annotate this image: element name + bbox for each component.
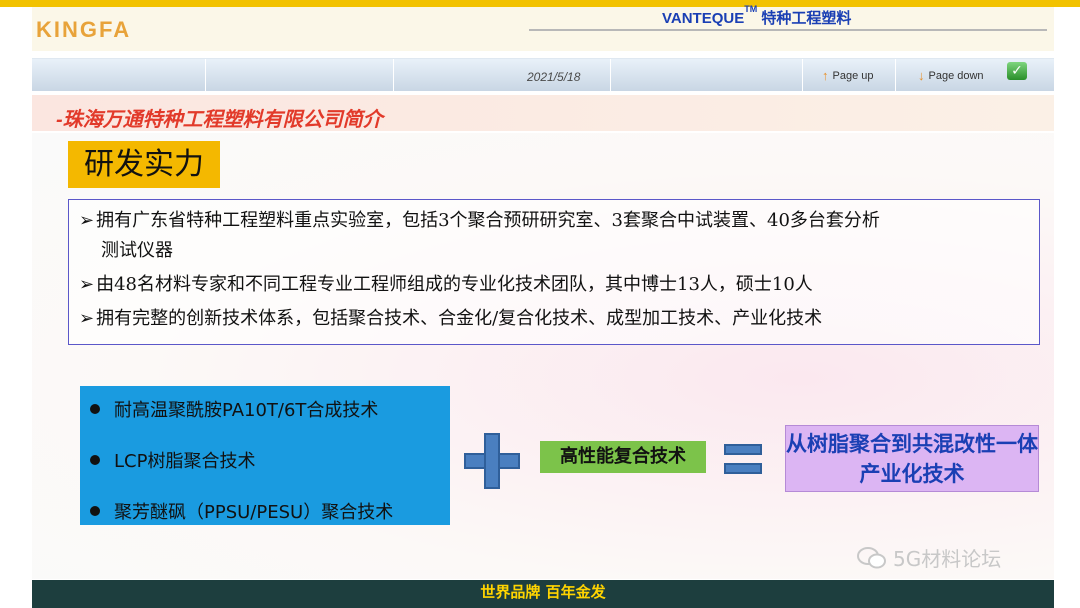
nav-divider (205, 59, 206, 92)
slide-footer: 世界品牌 百年金发 (32, 580, 1054, 608)
tech-list-item: LCP树脂聚合技术 (90, 447, 255, 473)
tech-list-text: 耐高温聚酰胺PA10T/6T合成技术 (114, 400, 379, 421)
wechat-icon (857, 546, 886, 568)
nav-divider (610, 59, 611, 92)
nav-divider (802, 59, 803, 92)
arrow-down-icon: ↓ (918, 68, 925, 83)
nav-divider (393, 59, 394, 92)
bullet-item: ➢ 拥有完整的创新技术体系，包括聚合技术、合金化/复合化技术、成型加工技术、产业化… (79, 304, 1029, 334)
watermark-text: 5G材料论坛 (893, 547, 1002, 571)
slide-date: 2021/5/18 (527, 70, 581, 84)
bullet-arrow-icon: ➢ (79, 210, 95, 231)
watermark: 5G材料论坛 (857, 543, 1001, 572)
slide-header: KINGFA VANTEQUETM 特种工程塑料 (32, 4, 1054, 51)
integrated-tech-result: 从树脂聚合到共混改性一体产业化技术 (785, 425, 1039, 492)
bullet-dot-icon (90, 506, 100, 516)
section-heading: 研发实力 (68, 141, 220, 188)
bullet-text: 拥有广东省特种工程塑料重点实验室，包括3个聚合预研研究室、3套聚合中试装置、40… (96, 210, 880, 231)
tech-list-text: 聚芳醚砜（PPSU/PESU）聚合技术 (114, 502, 394, 523)
bullet-item: ➢ 由48名材料专家和不同工程专业工程师组成的专业化技术团队，其中博士13人，硕士… (79, 270, 1029, 300)
capability-bullet-box: ➢ 拥有广东省特种工程塑料重点实验室，包括3个聚合预研研究室、3套聚合中试装置、4… (68, 199, 1040, 345)
top-accent-bar (0, 0, 1080, 7)
title-underline (529, 29, 1047, 31)
bullet-text: 由48名材料专家和不同工程专业工程师组成的专业化技术团队，其中博士13人，硕士1… (96, 274, 813, 295)
tech-list-item: 耐高温聚酰胺PA10T/6T合成技术 (90, 396, 378, 422)
bullet-text: 拥有完整的创新技术体系，包括聚合技术、合金化/复合化技术、成型加工技术、产业化技… (96, 308, 823, 329)
slide-title: VANTEQUETM 特种工程塑料 (662, 4, 852, 28)
subtitle-band: -珠海万通特种工程塑料有限公司简介 (32, 95, 1054, 131)
page-up-label: Page up (832, 69, 874, 82)
polymerization-tech-box: 耐高温聚酰胺PA10T/6T合成技术 LCP树脂聚合技术 聚芳醚砜（PPSU/P… (80, 386, 450, 525)
plus-icon (464, 433, 520, 489)
equals-icon (724, 442, 762, 476)
bullet-dot-icon (90, 404, 100, 414)
arrow-up-icon: ↑ (822, 68, 829, 83)
bullet-arrow-icon: ➢ (79, 274, 95, 295)
composite-tech-label: 高性能复合技术 (540, 441, 706, 473)
title-brand: VANTEQUE (662, 10, 745, 27)
nav-divider (895, 59, 896, 92)
bullet-dot-icon (90, 455, 100, 465)
page-down-label: Page down (928, 69, 984, 82)
bullet-item: ➢ 拥有广东省特种工程塑料重点实验室，包括3个聚合预研研究室、3套聚合中试装置、4… (79, 206, 1029, 266)
slide-content: 研发实力 ➢ 拥有广东省特种工程塑料重点实验室，包括3个聚合预研研究室、3套聚合中… (32, 133, 1054, 579)
navigation-bar: 2021/5/18 ↑ Page up ↓ Page down ✓ (32, 58, 1054, 92)
bullet-text-continued: 测试仪器 (101, 240, 173, 261)
bullet-arrow-icon: ➢ (79, 308, 95, 329)
kingfa-logo: KINGFA (36, 17, 132, 42)
tech-list-text: LCP树脂聚合技术 (114, 451, 256, 472)
tech-list-item: 聚芳醚砜（PPSU/PESU）聚合技术 (90, 498, 393, 524)
page-down-button[interactable]: ↓ Page down (918, 68, 984, 83)
page-up-button[interactable]: ↑ Page up (822, 68, 873, 83)
slide-subtitle: -珠海万通特种工程塑料有限公司简介 (56, 109, 383, 131)
title-text: 特种工程塑料 (761, 10, 852, 27)
title-trademark: TM (744, 4, 758, 14)
check-icon[interactable]: ✓ (1007, 62, 1027, 80)
